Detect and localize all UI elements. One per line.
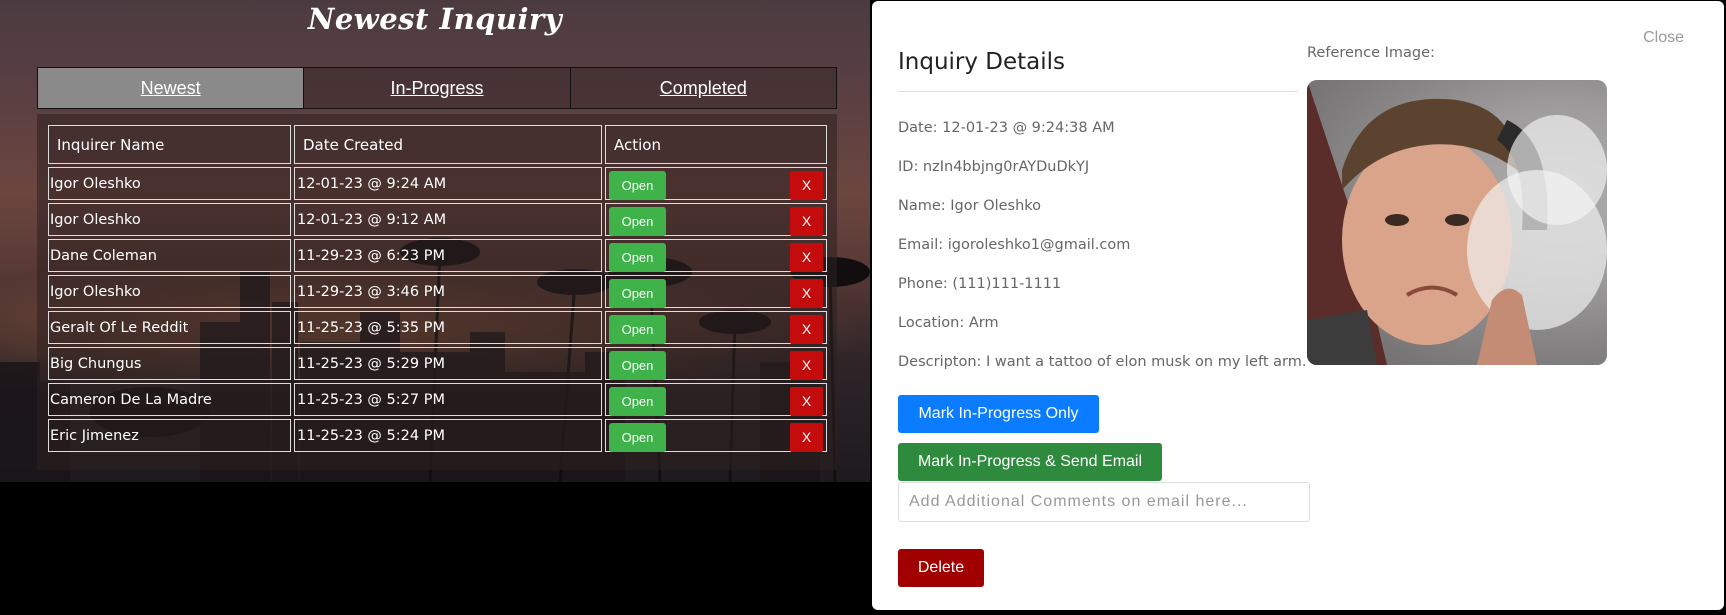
open-button[interactable]: Open: [609, 315, 666, 344]
table-row: Igor Oleshko 11-29-23 @ 3:46 PM Open X: [48, 275, 827, 308]
action-cell: Open X: [605, 383, 827, 416]
reference-image-label: Reference Image:: [1307, 45, 1435, 61]
delete-row-button[interactable]: X: [790, 351, 823, 380]
table-row: Geralt Of Le Reddit 11-25-23 @ 5:35 PM Ope…: [48, 311, 827, 344]
date-created-cell: 11-29-23 @ 3:46 PM: [294, 275, 602, 308]
table-row: Cameron De La Madre 11-25-23 @ 5:27 PM Ope…: [48, 383, 827, 416]
open-button[interactable]: Open: [609, 207, 666, 236]
inquirer-name-cell: Igor Oleshko: [48, 167, 291, 200]
table-row: Igor Oleshko 12-01-23 @ 9:12 AM Open X: [48, 203, 827, 236]
date-created-cell: 12-01-23 @ 9:12 AM: [294, 203, 602, 236]
action-cell: Open X: [605, 347, 827, 380]
date-created-cell: 11-25-23 @ 5:29 PM: [294, 347, 602, 380]
date-created-cell: 11-29-23 @ 6:23 PM: [294, 239, 602, 272]
tab-completed[interactable]: Completed: [570, 68, 836, 108]
column-header-name: Inquirer Name: [48, 125, 291, 164]
open-button[interactable]: Open: [609, 423, 666, 452]
open-button[interactable]: Open: [609, 387, 666, 416]
inquirer-name-cell: Igor Oleshko: [48, 203, 291, 236]
inquiry-details-modal: Close Inquiry Details Date: 12-01-23 @ 9…: [872, 1, 1724, 610]
date-created-cell: 12-01-23 @ 9:24 AM: [294, 167, 602, 200]
mark-in-progress-button[interactable]: Mark In-Progress Only: [898, 395, 1099, 433]
date-created-cell: 11-25-23 @ 5:35 PM: [294, 311, 602, 344]
detail-name: Name: Igor Oleshko: [898, 198, 1042, 214]
detail-email: Email: igoroleshko1@gmail.com: [898, 237, 1131, 253]
delete-row-button[interactable]: X: [790, 387, 823, 416]
table-row: Igor Oleshko 12-01-23 @ 9:24 AM Open X: [48, 167, 827, 200]
modal-title: Inquiry Details: [898, 49, 1066, 75]
inquiry-table-panel: Inquirer Name Date Created Action Igor O…: [37, 114, 837, 470]
title-divider: [898, 91, 1298, 92]
detail-location: Location: Arm: [898, 315, 999, 331]
open-button[interactable]: Open: [609, 279, 666, 308]
detail-description: Descripton: I want a tattoo of elon musk…: [898, 354, 1307, 370]
mark-in-progress-send-email-button[interactable]: Mark In-Progress & Send Email: [898, 443, 1162, 481]
inquirer-name-cell: Big Chungus: [48, 347, 291, 380]
table-row: Dane Coleman 11-29-23 @ 6:23 PM Open X: [48, 239, 827, 272]
inquirer-name-cell: Igor Oleshko: [48, 275, 291, 308]
delete-row-button[interactable]: X: [790, 423, 823, 452]
open-button[interactable]: Open: [609, 351, 666, 380]
delete-row-button[interactable]: X: [790, 207, 823, 236]
delete-row-button[interactable]: X: [790, 279, 823, 308]
action-cell: Open X: [605, 203, 827, 236]
inquirer-name-cell: Geralt Of Le Reddit: [48, 311, 291, 344]
table-header-row: Inquirer Name Date Created Action: [48, 125, 827, 164]
inquirer-name-cell: Eric Jimenez: [48, 419, 291, 452]
table-row: Eric Jimenez 11-25-23 @ 5:24 PM Open X: [48, 419, 827, 452]
inquirer-name-cell: Cameron De La Madre: [48, 383, 291, 416]
delete-row-button[interactable]: X: [790, 315, 823, 344]
column-header-action: Action: [605, 125, 827, 164]
column-header-date: Date Created: [294, 125, 602, 164]
detail-phone: Phone: (111)111-1111: [898, 276, 1062, 292]
page-title: Newest Inquiry: [307, 2, 563, 36]
detail-id: ID: nzIn4bbjng0rAYDuDkYJ: [898, 159, 1090, 175]
action-cell: Open X: [605, 167, 827, 200]
inquirer-name-cell: Dane Coleman: [48, 239, 291, 272]
action-cell: Open X: [605, 275, 827, 308]
tab-in-progress[interactable]: In-Progress: [304, 68, 571, 108]
reference-image: [1307, 80, 1607, 365]
additional-comments-input[interactable]: [898, 482, 1310, 522]
close-button[interactable]: Close: [1643, 29, 1684, 47]
delete-inquiry-button[interactable]: Delete: [898, 549, 984, 587]
tab-newest[interactable]: Newest: [38, 68, 305, 108]
table-row: Big Chungus 11-25-23 @ 5:29 PM Open X: [48, 347, 827, 380]
delete-row-button[interactable]: X: [790, 243, 823, 272]
inquiry-table: Inquirer Name Date Created Action Igor O…: [45, 122, 830, 455]
delete-row-button[interactable]: X: [790, 171, 823, 200]
detail-date: Date: 12-01-23 @ 9:24:38 AM: [898, 120, 1115, 136]
date-created-cell: 11-25-23 @ 5:24 PM: [294, 419, 602, 452]
open-button[interactable]: Open: [609, 243, 666, 272]
open-button[interactable]: Open: [609, 171, 666, 200]
status-tabs: Newest In-Progress Completed: [37, 67, 837, 109]
action-cell: Open X: [605, 311, 827, 344]
date-created-cell: 11-25-23 @ 5:27 PM: [294, 383, 602, 416]
action-cell: Open X: [605, 419, 827, 452]
action-cell: Open X: [605, 239, 827, 272]
